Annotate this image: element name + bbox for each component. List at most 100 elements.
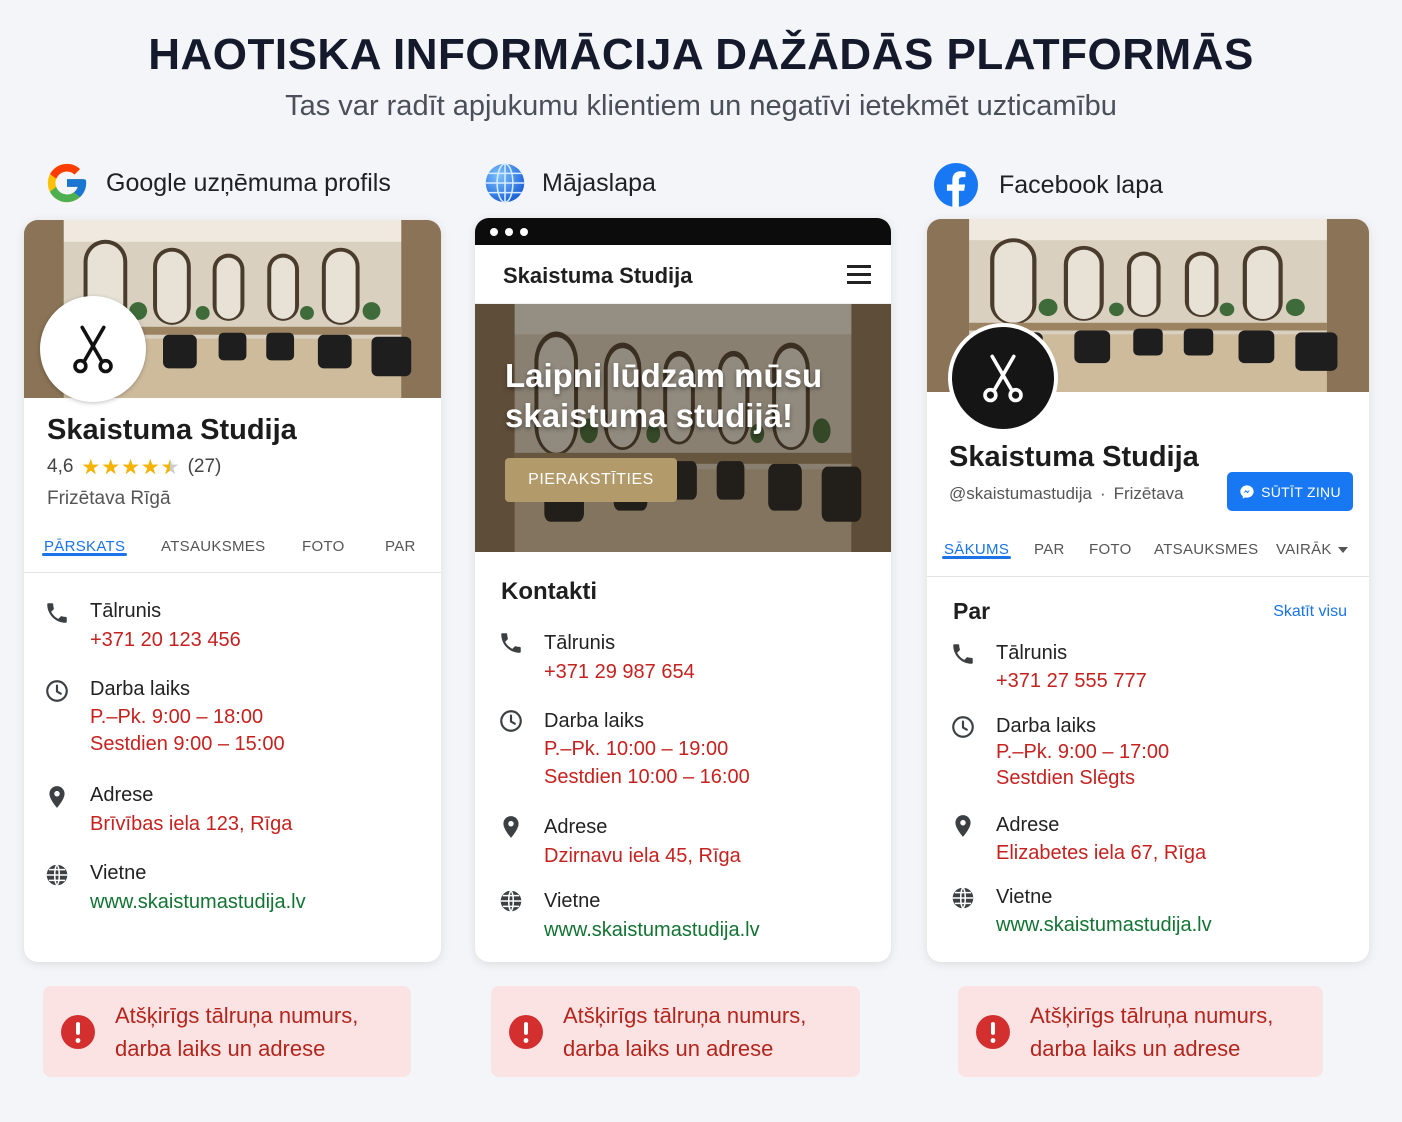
meta-separator: · bbox=[1099, 484, 1106, 503]
tab-about[interactable]: PAR bbox=[1034, 541, 1065, 558]
google-tabs: PĀRSKATS ATSAUKSMES FOTO PAR bbox=[24, 538, 441, 573]
hours-saturday: Sestdien 9:00 – 15:00 bbox=[90, 733, 285, 755]
hours-label: Darba laiks bbox=[544, 710, 645, 732]
globe-logo-icon bbox=[485, 162, 525, 204]
browser-dot bbox=[520, 227, 528, 236]
website-label: Vietne bbox=[90, 862, 147, 884]
globe-icon bbox=[950, 885, 976, 911]
website-label: Vietne bbox=[544, 890, 601, 912]
hours-weekdays: P.–Pk. 9:00 – 18:00 bbox=[90, 706, 264, 728]
website-card: Skaistuma Studija Laipni lūdzam mūsu ska… bbox=[475, 218, 891, 962]
website-link[interactable]: www.skaistumastudija.lv bbox=[544, 917, 760, 944]
google-avatar bbox=[40, 296, 146, 402]
phone-value[interactable]: +371 27 555 777 bbox=[996, 668, 1147, 695]
tab-photos[interactable]: FOTO bbox=[302, 538, 345, 555]
tab-photos[interactable]: FOTO bbox=[1089, 541, 1132, 558]
google-profile-card: Skaistuma Studija 4,6 ★★★★★★★★★★ (27) Fr… bbox=[24, 220, 441, 962]
facebook-platform-label: Facebook lapa bbox=[999, 170, 1164, 199]
site-brand[interactable]: Skaistuma Studija bbox=[503, 263, 693, 289]
hours-saturday: Sestdien Slēgts bbox=[996, 767, 1135, 789]
chevron-down-icon bbox=[1337, 546, 1348, 553]
tab-more[interactable]: VAIRĀK bbox=[1276, 541, 1348, 558]
facebook-warning: Atšķirīgs tālruņa numurs, darba laiks un… bbox=[958, 986, 1323, 1077]
address-label: Adrese bbox=[996, 814, 1060, 836]
hero-heading: Laipni lūdzam mūsu skaistuma studijā! bbox=[505, 357, 823, 434]
website-platform-label: Mājaslapa bbox=[542, 168, 656, 197]
warning-text: Atšķirīgs tālruņa numurs, darba laiks un… bbox=[1030, 1002, 1274, 1061]
hours-weekdays: P.–Pk. 10:00 – 19:00 bbox=[544, 738, 729, 760]
address-value[interactable]: Elizabetes iela 67, Rīga bbox=[996, 840, 1206, 867]
page-category: Frizētava bbox=[1113, 484, 1184, 503]
phone-value[interactable]: +371 20 123 456 bbox=[90, 627, 241, 654]
google-platform-header: Google uzņēmuma profils bbox=[44, 160, 391, 206]
messenger-icon bbox=[1240, 484, 1254, 499]
alert-icon bbox=[509, 1015, 543, 1049]
address-value[interactable]: Brīvības iela 123, Rīga bbox=[90, 811, 292, 838]
star-icon: ★★ bbox=[121, 455, 140, 479]
tab-reviews[interactable]: ATSAUKSMES bbox=[1154, 541, 1258, 558]
phone-value[interactable]: +371 29 987 654 bbox=[544, 659, 695, 686]
see-all-link[interactable]: Skatīt visu bbox=[1273, 603, 1347, 621]
rating-value: 4,6 bbox=[47, 456, 74, 477]
location-pin-icon bbox=[44, 784, 70, 810]
star-icon: ★★ bbox=[160, 455, 180, 479]
scissors-icon bbox=[66, 322, 120, 376]
clock-icon bbox=[950, 714, 976, 740]
page-subtitle: Tas var radīt apjukumu klientiem un nega… bbox=[285, 90, 1117, 122]
globe-icon bbox=[498, 888, 524, 914]
alert-icon bbox=[976, 1015, 1010, 1049]
google-logo-icon bbox=[47, 163, 87, 203]
page-title: HAOTISKA INFORMĀCIJA DAŽĀDĀS PLATFORMĀS bbox=[148, 30, 1254, 79]
contacts-heading: Kontakti bbox=[501, 578, 597, 605]
browser-dot bbox=[490, 227, 498, 236]
phone-icon bbox=[498, 630, 524, 656]
alert-icon bbox=[61, 1015, 95, 1049]
hours-weekdays: P.–Pk. 9:00 – 17:00 bbox=[996, 741, 1170, 763]
tab-reviews[interactable]: ATSAUKSMES bbox=[161, 538, 265, 555]
facebook-page-card: Skaistuma Studija @skaistumastudija · Fr… bbox=[927, 219, 1369, 962]
browser-topbar bbox=[475, 218, 891, 245]
warning-text: Atšķirīgs tālruņa numurs, darba laiks un… bbox=[563, 1002, 807, 1061]
hamburger-menu-icon[interactable] bbox=[847, 265, 871, 285]
facebook-avatar bbox=[948, 323, 1058, 433]
page-handle: @skaistumastudija bbox=[949, 484, 1092, 503]
star-icon: ★★ bbox=[101, 455, 121, 479]
hours-saturday: Sestdien 10:00 – 16:00 bbox=[544, 766, 750, 788]
google-rating: 4,6 ★★★★★★★★★★ (27) bbox=[47, 456, 221, 478]
website-platform-header: Mājaslapa bbox=[484, 162, 656, 204]
review-count[interactable]: (27) bbox=[188, 456, 222, 478]
clock-icon bbox=[498, 708, 524, 734]
google-platform-label: Google uzņēmuma profils bbox=[106, 168, 391, 197]
book-appointment-button[interactable]: PIERAKSTĪTIES bbox=[505, 458, 677, 502]
tab-about[interactable]: PAR bbox=[385, 538, 416, 555]
send-message-button[interactable]: SŪTĪT ZIŅU bbox=[1227, 472, 1353, 511]
phone-icon bbox=[44, 600, 70, 626]
site-hero: Laipni lūdzam mūsu skaistuma studijā! PI… bbox=[475, 304, 891, 552]
facebook-page-name: Skaistuma Studija bbox=[949, 441, 1199, 473]
address-label: Adrese bbox=[544, 816, 608, 838]
facebook-page-meta: @skaistumastudija · Frizētava bbox=[949, 484, 1184, 504]
rating-stars: ★★★★★★★★★★ bbox=[81, 457, 179, 478]
phone-label: Tālrunis bbox=[544, 632, 616, 654]
website-label: Vietne bbox=[996, 886, 1053, 908]
site-navbar: Skaistuma Studija bbox=[475, 245, 891, 304]
facebook-tabs: SĀKUMS PAR FOTO ATSAUKSMES VAIRĀK bbox=[927, 541, 1369, 577]
google-business-name: Skaistuma Studija bbox=[47, 414, 297, 446]
star-icon: ★★ bbox=[140, 455, 160, 479]
google-warning: Atšķirīgs tālruņa numurs, darba laiks un… bbox=[43, 986, 411, 1077]
website-warning: Atšķirīgs tālruņa numurs, darba laiks un… bbox=[491, 986, 860, 1077]
tab-home[interactable]: SĀKUMS bbox=[941, 541, 1012, 559]
warning-text: Atšķirīgs tālruņa numurs, darba laiks un… bbox=[115, 1002, 359, 1061]
hours-label: Darba laiks bbox=[996, 715, 1097, 737]
hours-label: Darba laiks bbox=[90, 678, 191, 700]
facebook-platform-header: Facebook lapa bbox=[933, 162, 1163, 208]
address-value[interactable]: Dzirnavu iela 45, Rīga bbox=[544, 843, 741, 870]
about-heading: Par bbox=[953, 598, 991, 624]
location-pin-icon bbox=[498, 814, 524, 840]
website-link[interactable]: www.skaistumastudija.lv bbox=[90, 889, 306, 916]
phone-label: Tālrunis bbox=[996, 642, 1068, 664]
google-category: Frizētava Rīgā bbox=[47, 488, 171, 509]
location-pin-icon bbox=[950, 813, 976, 839]
tab-overview[interactable]: PĀRSKATS bbox=[41, 538, 128, 556]
website-link[interactable]: www.skaistumastudija.lv bbox=[996, 912, 1212, 939]
